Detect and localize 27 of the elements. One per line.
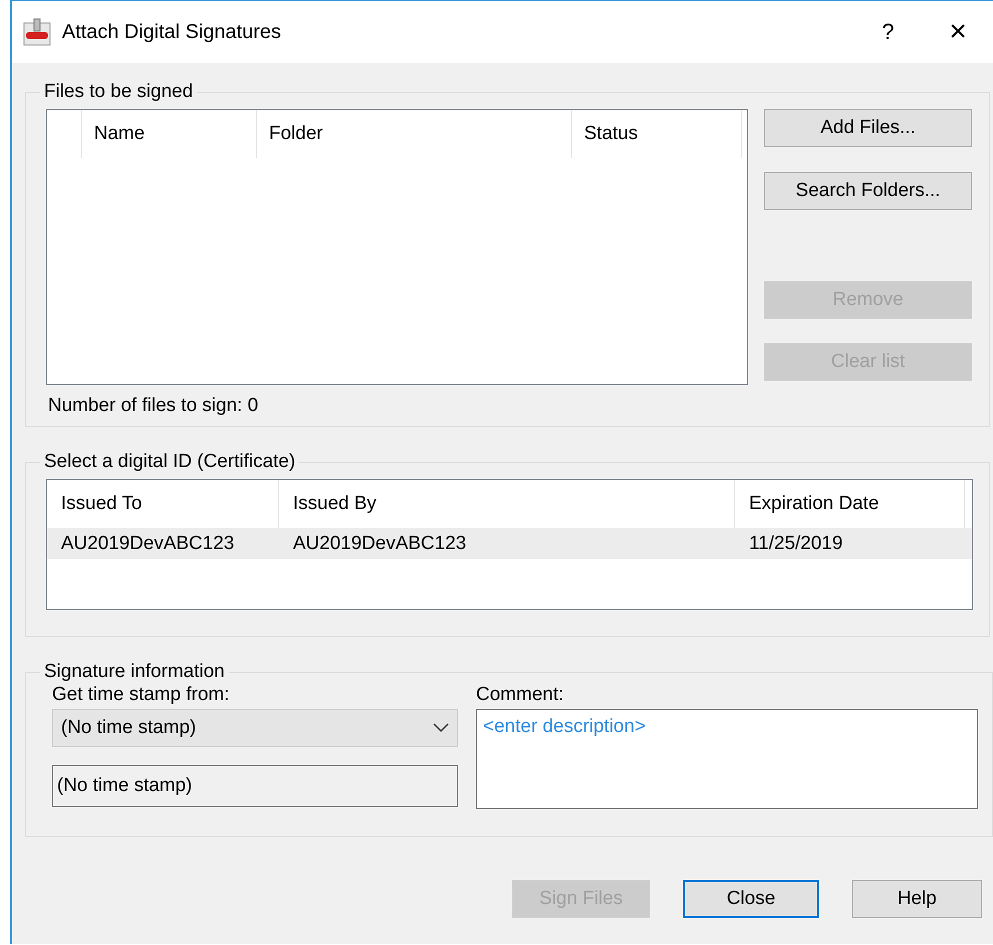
help-button[interactable]: ? [853,12,923,52]
group-title: Signature information [43,661,226,683]
certificate-list[interactable]: Issued To Issued By Expiration Date AU2019DevABC123 AU2019DevABC123 11/25/2019 [46,479,973,610]
chevron-down-icon [433,723,449,733]
window-title: Attach Digital Signatures [62,20,282,44]
table-cell-text: AU2019DevABC123 [60,532,236,554]
timestamp-label: Get time stamp from: [52,683,230,707]
action-button[interactable]: Add Files... [764,109,972,147]
dialog-button[interactable]: Help [852,880,982,918]
column-header[interactable]: Status [572,110,742,158]
column-header[interactable]: Folder [257,110,572,158]
action-button[interactable]: Search Folders... [764,172,972,210]
file-list[interactable]: Name Folder Status [46,109,748,385]
close-button[interactable]: × [923,12,993,52]
file-count-label: Number of files to sign: 0 [48,395,260,417]
table-cell-text: 11/25/2019 [748,532,844,554]
comment-field[interactable]: <enter description> [476,709,978,809]
comment-label: Comment: [476,683,565,707]
stamp-icon [22,17,52,47]
column-header[interactable]: Name [82,110,257,158]
timestamp-field: (No time stamp) [52,765,458,807]
certificate-row[interactable]: AU2019DevABC123 AU2019DevABC123 11/25/2019 [47,528,972,559]
group-title: Files to be signed [43,81,194,103]
group-title: Select a digital ID (Certificate) [43,451,296,473]
table-cell-text: AU2019DevABC123 [292,532,468,554]
dialog-button[interactable]: Close [683,880,819,918]
timestamp-dropdown[interactable]: (No time stamp) [52,709,458,747]
